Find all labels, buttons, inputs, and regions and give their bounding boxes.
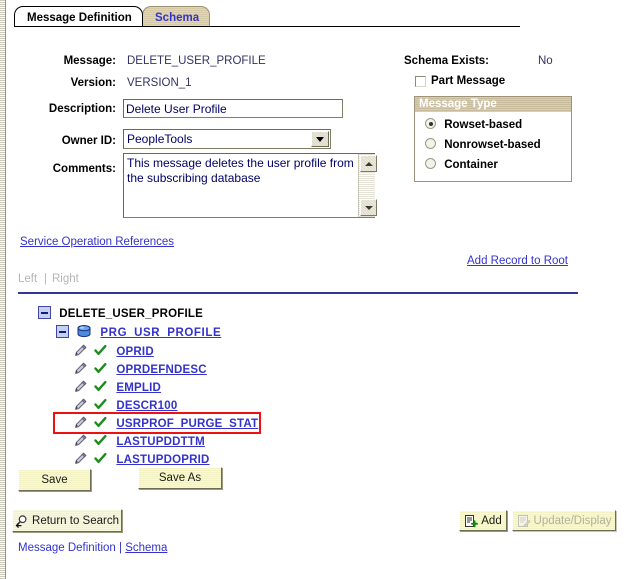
save-as-button-label: Save As [158, 472, 202, 484]
radio-nonrowset-based-label: Nonrowset-based [444, 139, 541, 151]
highlight-annotation [53, 412, 261, 434]
message-value: DELETE_USER_PROFILE [127, 55, 266, 67]
return-to-search-button[interactable]: Return to Search [12, 509, 122, 532]
footer-links: Message Definition | Schema [18, 542, 167, 554]
tree-node-field[interactable]: OPRDEFNDESC [74, 362, 207, 379]
save-as-button[interactable]: Save As [138, 467, 222, 489]
left-view-toggle[interactable]: Left [18, 273, 37, 285]
radio-container-label: Container [444, 159, 498, 171]
tab-schema[interactable]: Schema [142, 6, 211, 26]
owner-id-value: PeopleTools [127, 132, 193, 146]
message-type-groupbox: Message Type Rowset-based Nonrowset-base… [414, 96, 572, 182]
database-icon [77, 325, 91, 338]
checkmark-icon [94, 362, 107, 375]
service-operation-references-link[interactable]: Service Operation References [20, 236, 174, 248]
pencil-icon [74, 344, 87, 357]
radio-rowset-based-dot [425, 118, 436, 129]
add-button-label: Add [481, 514, 502, 527]
tab-message-definition[interactable]: Message Definition [14, 6, 143, 26]
tab-strip-underline [14, 26, 520, 27]
tree-node-field-link[interactable]: LASTUPDOPRID [116, 454, 209, 466]
part-message-checkbox[interactable] [415, 76, 426, 87]
return-to-search-label: Return to Search [32, 514, 119, 527]
schema-exists-value: No [538, 55, 553, 67]
add-button[interactable]: Add [459, 510, 507, 531]
checkmark-icon [94, 344, 107, 357]
version-label: Version: [70, 77, 116, 89]
tree-node-record[interactable]: PRG_USR_PROFILE [56, 325, 221, 342]
add-record-to-root-link[interactable]: Add Record to Root [467, 255, 568, 267]
version-value: VERSION_1 [127, 77, 192, 89]
search-back-icon [15, 514, 29, 528]
message-type-title: Message Type [415, 97, 571, 112]
chevron-down-icon[interactable] [311, 131, 329, 147]
update-display-label: Update/Display [533, 514, 612, 527]
page-left-border [5, 0, 6, 579]
schema-exists-label: Schema Exists: [404, 55, 490, 67]
comments-textarea[interactable] [123, 153, 375, 218]
tree-node-field[interactable]: OPRID [74, 344, 154, 361]
tab-schema-label: Schema [155, 12, 200, 24]
tree-node-field[interactable]: LASTUPDDTTM [74, 434, 205, 451]
pencil-icon [74, 452, 87, 465]
footer-separator: | [119, 542, 123, 554]
radio-rowset-based[interactable]: Rowset-based [425, 117, 522, 133]
radio-container-dot [425, 158, 436, 169]
part-message-label: Part Message [431, 75, 506, 87]
radio-rowset-based-label: Rowset-based [444, 119, 523, 131]
tree-node-record-link[interactable]: PRG_USR_PROFILE [100, 327, 221, 339]
collapse-icon[interactable] [38, 306, 51, 319]
pencil-icon [74, 362, 87, 375]
section-divider [18, 292, 578, 294]
pencil-icon [74, 398, 87, 411]
tree-node-field-link[interactable]: LASTUPDDTTM [116, 436, 204, 448]
update-display-icon [517, 514, 531, 528]
tab-strip: Message Definition Schema [14, 4, 614, 30]
view-toggle-separator: | [44, 273, 47, 285]
pencil-icon [74, 380, 87, 393]
owner-id-dropdown[interactable]: PeopleTools [123, 129, 331, 149]
comments-scrollbar[interactable] [358, 154, 377, 217]
checkmark-icon [94, 398, 107, 411]
tab-message-definition-label: Message Definition [27, 12, 132, 24]
radio-nonrowset-based-dot [425, 138, 436, 149]
tree-node-root-label: DELETE_USER_PROFILE [59, 308, 203, 320]
owner-id-label: Owner ID: [61, 135, 116, 147]
comments-label: Comments: [52, 163, 116, 175]
message-definition-page: Message Definition Schema Message: DELET… [0, 0, 628, 579]
radio-container[interactable]: Container [425, 157, 498, 173]
description-label: Description: [48, 103, 116, 115]
add-document-icon [464, 514, 479, 528]
checkmark-icon [94, 434, 107, 447]
checkmark-icon [94, 380, 107, 393]
message-label: Message: [63, 55, 116, 67]
save-button[interactable]: Save [18, 469, 91, 491]
tree-node-field-link[interactable]: OPRID [116, 346, 153, 358]
radio-nonrowset-based[interactable]: Nonrowset-based [425, 137, 541, 153]
right-view-toggle[interactable]: Right [52, 273, 79, 285]
update-display-button: Update/Display [512, 510, 616, 531]
tree-node-field-link[interactable]: OPRDEFNDESC [116, 364, 206, 376]
scroll-down-icon[interactable] [360, 199, 377, 216]
tree-node-root[interactable]: DELETE_USER_PROFILE [38, 306, 203, 323]
tree-node-field[interactable]: EMPLID [74, 380, 161, 397]
pencil-icon [74, 434, 87, 447]
scroll-up-icon[interactable] [360, 155, 377, 172]
footer-current-page: Message Definition [18, 542, 116, 554]
footer-schema-link[interactable]: Schema [125, 542, 167, 554]
tree-node-field-link[interactable]: EMPLID [116, 382, 161, 394]
description-input[interactable] [123, 99, 343, 118]
checkmark-icon [94, 452, 107, 465]
save-button-label: Save [41, 474, 68, 486]
tree-node-field-link[interactable]: DESCR100 [116, 400, 177, 412]
collapse-icon[interactable] [56, 325, 69, 338]
